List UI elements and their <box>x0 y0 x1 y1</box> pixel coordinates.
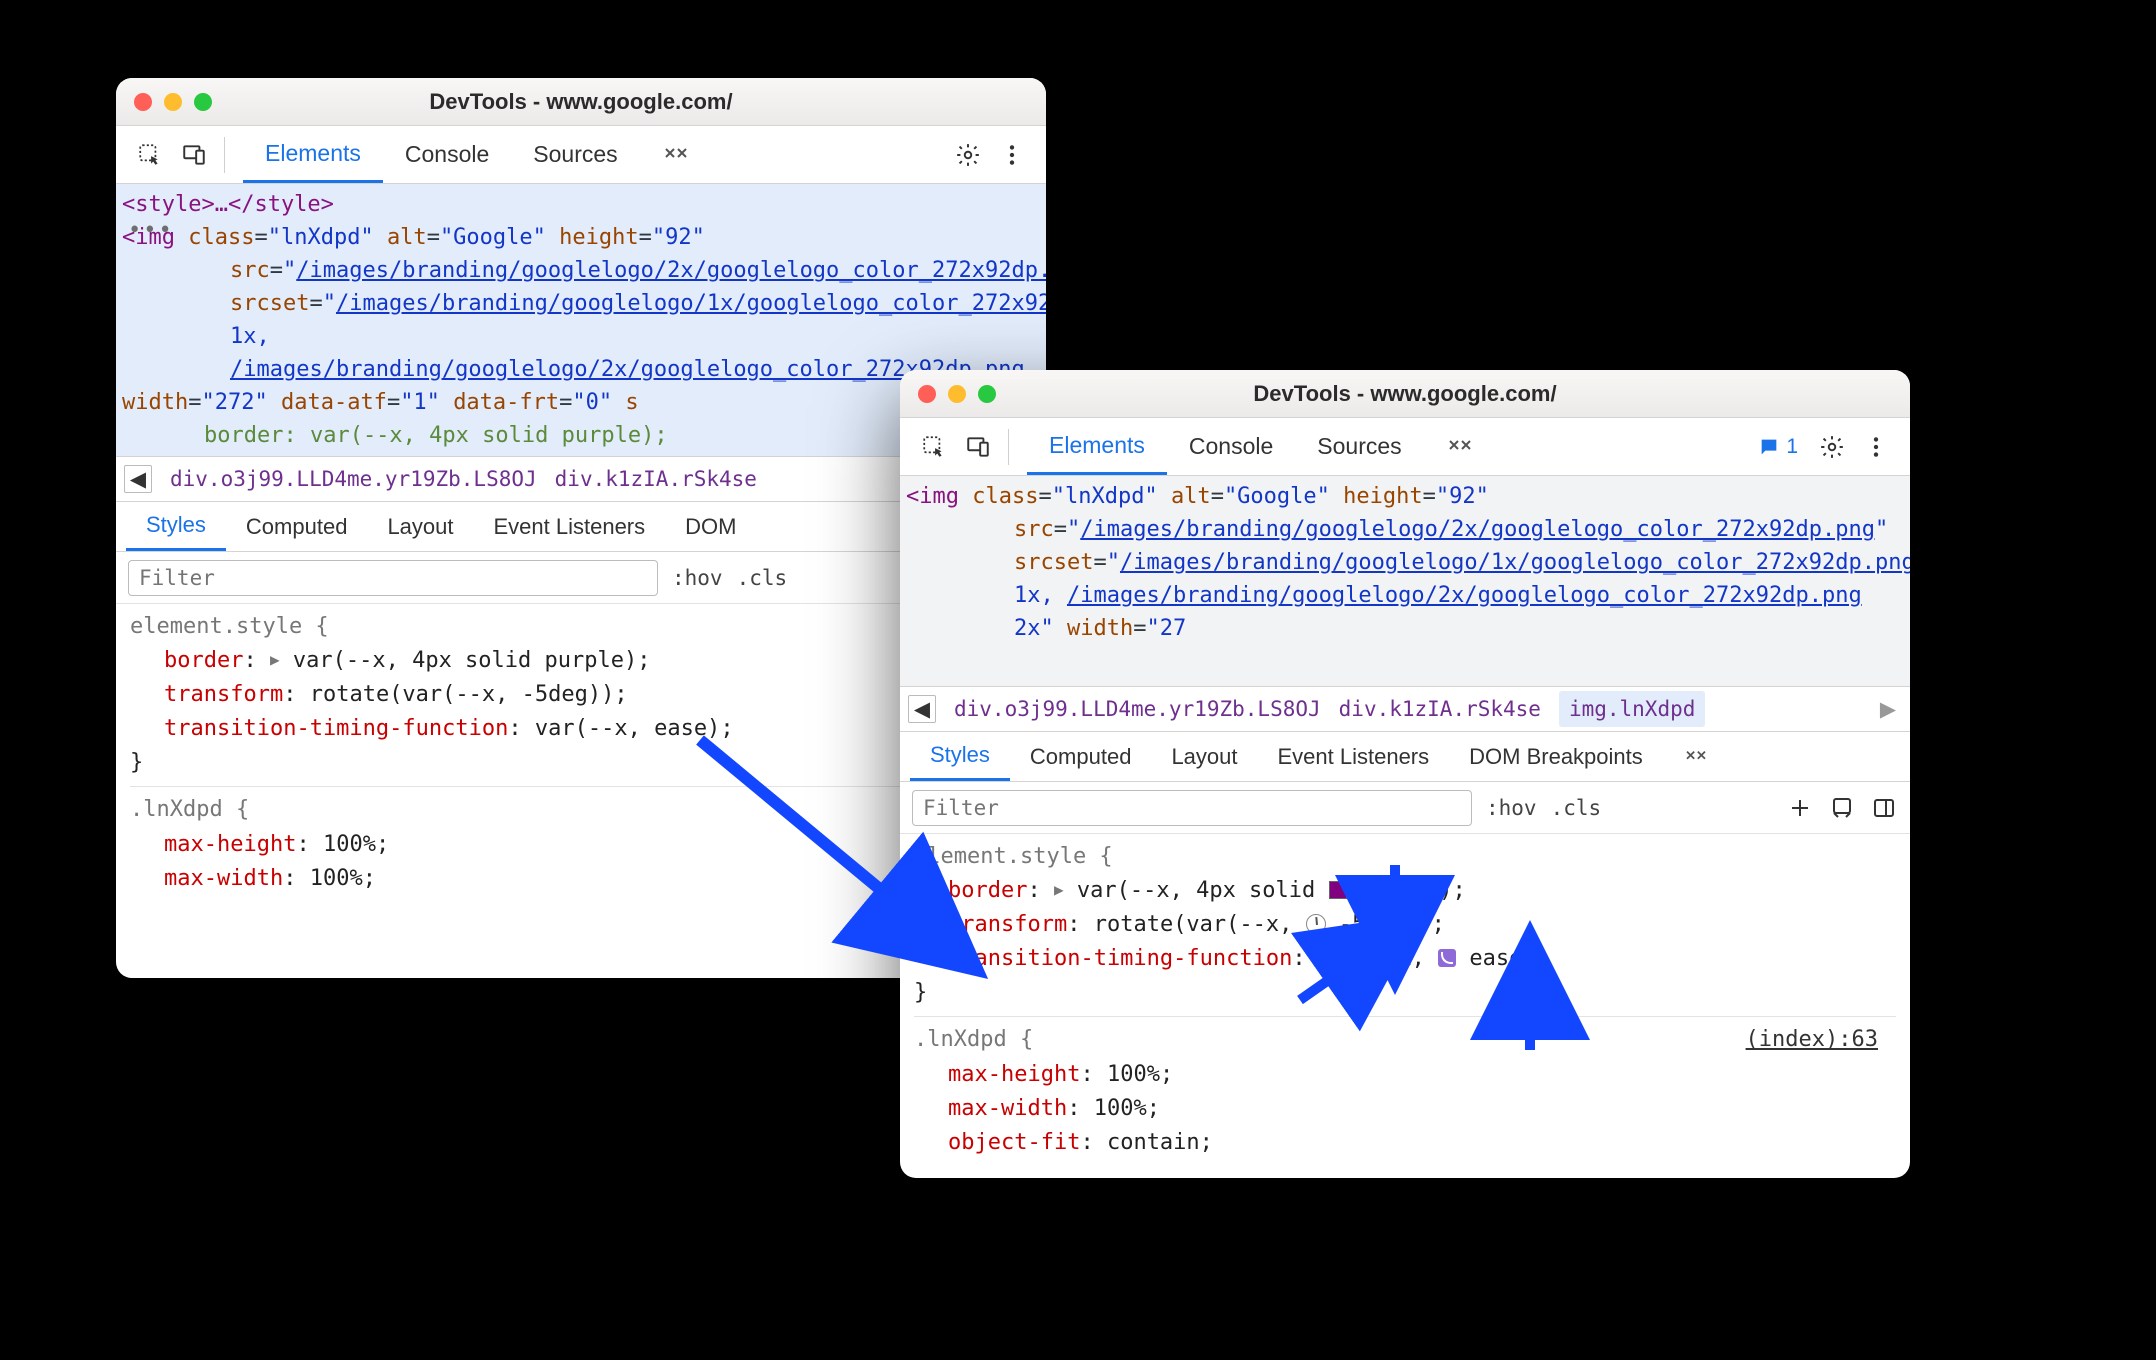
selector-lnxdpd: .lnXdpd { <box>914 1027 1033 1052</box>
crumb-1[interactable]: div.o3j99.LLD4me.yr19Zb.LS8OJ <box>170 467 537 491</box>
subtab-computed[interactable]: Computed <box>226 502 368 551</box>
dom-srcset1-link[interactable]: /images/branding/googlelogo/1x/googlelog… <box>1120 550 1910 575</box>
subtab-styles[interactable]: Styles <box>910 732 1010 781</box>
issues-count-number: 1 <box>1786 435 1798 459</box>
breadcrumb-prev-icon[interactable]: ◀ <box>124 465 152 493</box>
subtab-layout[interactable]: Layout <box>367 502 473 551</box>
kebab-menu-icon[interactable] <box>992 135 1032 175</box>
styles-filter-input[interactable] <box>912 790 1472 826</box>
window-zoom-button[interactable] <box>194 93 212 111</box>
subtab-layout[interactable]: Layout <box>1151 732 1257 781</box>
crumb-2[interactable]: div.k1zIA.rSk4se <box>1339 697 1541 721</box>
devtools-window-after: DevTools - www.google.com/ Elements Cons… <box>900 370 1910 1178</box>
subtab-dom-breakpoints[interactable]: DOM Breakpoints <box>1449 732 1663 781</box>
window-zoom-button[interactable] <box>978 385 996 403</box>
toggle-sidebar-icon[interactable] <box>1870 794 1898 822</box>
cls-toggle[interactable]: .cls <box>737 566 788 590</box>
tab-more-icon[interactable] <box>640 126 712 183</box>
styles-subtabs: Styles Computed Layout Event Listeners D… <box>900 732 1910 782</box>
dom-srcset1-link[interactable]: /images/branding/googlelogo/1x/googlelog… <box>336 291 1046 316</box>
color-swatch-icon[interactable] <box>1329 881 1347 899</box>
window-minimize-button[interactable] <box>948 385 966 403</box>
breadcrumb-prev-icon[interactable]: ◀ <box>908 695 936 723</box>
selector-lnxdpd: .lnXdpd { <box>130 797 249 822</box>
hov-toggle[interactable]: :hov <box>1486 796 1537 820</box>
tab-elements[interactable]: Elements <box>1027 418 1167 475</box>
device-css-icon[interactable] <box>1828 794 1856 822</box>
dom-src-link[interactable]: /images/branding/googlelogo/2x/googlelog… <box>296 258 1046 283</box>
new-style-rule-icon[interactable] <box>1786 794 1814 822</box>
tab-sources[interactable]: Sources <box>511 126 639 183</box>
bezier-curve-icon[interactable] <box>1438 949 1456 967</box>
inspect-element-icon[interactable] <box>130 135 170 175</box>
kebab-menu-icon[interactable] <box>1856 427 1896 467</box>
window-traffic-lights <box>918 385 996 403</box>
window-titlebar[interactable]: DevTools - www.google.com/ <box>116 78 1046 126</box>
tab-console[interactable]: Console <box>383 126 511 183</box>
device-toolbar-icon[interactable] <box>958 427 998 467</box>
window-minimize-button[interactable] <box>164 93 182 111</box>
selector-element-style: element.style { <box>914 844 1113 869</box>
subtab-computed[interactable]: Computed <box>1010 732 1152 781</box>
subtab-styles[interactable]: Styles <box>126 502 226 551</box>
breadcrumb-next-icon[interactable]: ▶ <box>1874 695 1902 723</box>
expand-triangle-icon[interactable]: ▶ <box>270 648 280 673</box>
crumb-3[interactable]: img.lnXdpd <box>1559 691 1705 727</box>
subtab-more-icon[interactable] <box>1663 732 1729 781</box>
styles-filter-input[interactable] <box>128 560 658 596</box>
dom-tree[interactable]: <img class="lnXdpd" alt="Google" height=… <box>900 476 1910 686</box>
tab-elements[interactable]: Elements <box>243 126 383 183</box>
tab-more-icon[interactable] <box>1424 418 1496 475</box>
window-titlebar[interactable]: DevTools - www.google.com/ <box>900 370 1910 418</box>
settings-gear-icon[interactable] <box>948 135 988 175</box>
main-tabs: Elements Console Sources <box>243 126 712 183</box>
tab-console[interactable]: Console <box>1167 418 1295 475</box>
issues-count[interactable]: 1 <box>1758 435 1798 459</box>
main-tabs: Elements Console Sources <box>1027 418 1496 475</box>
selector-element-style: element.style { <box>130 614 329 639</box>
window-traffic-lights <box>134 93 212 111</box>
window-close-button[interactable] <box>134 93 152 111</box>
dom-src-link[interactable]: /images/branding/googlelogo/2x/googlelog… <box>1080 517 1875 542</box>
hov-toggle[interactable]: :hov <box>672 566 723 590</box>
subtab-event-listeners[interactable]: Event Listeners <box>474 502 666 551</box>
source-link[interactable]: (index):63 <box>1746 1023 1878 1057</box>
toolbar-divider <box>1008 429 1009 465</box>
dom-inline-style: border: var(--x, 4px solid purple); <box>204 423 668 448</box>
tab-sources[interactable]: Sources <box>1295 418 1423 475</box>
ellipsis-icon[interactable]: ••• <box>128 214 174 247</box>
crumb-1[interactable]: div.o3j99.LLD4me.yr19Zb.LS8OJ <box>954 697 1321 721</box>
breadcrumb: ◀ div.o3j99.LLD4me.yr19Zb.LS8OJ div.k1zI… <box>900 686 1910 732</box>
settings-gear-icon[interactable] <box>1812 427 1852 467</box>
devtools-toolbar: Elements Console Sources <box>116 126 1046 184</box>
dom-srcset2-link[interactable]: /images/branding/googlelogo/2x/googlelog… <box>1067 583 1862 608</box>
window-close-button[interactable] <box>918 385 936 403</box>
crumb-2[interactable]: div.k1zIA.rSk4se <box>555 467 757 491</box>
cls-toggle[interactable]: .cls <box>1551 796 1602 820</box>
styles-filter-bar: :hov .cls <box>900 782 1910 834</box>
angle-clock-icon[interactable] <box>1306 914 1326 934</box>
inspect-element-icon[interactable] <box>914 427 954 467</box>
subtab-dom-breakpoints[interactable]: DOM <box>665 502 756 551</box>
window-title: DevTools - www.google.com/ <box>116 89 1046 115</box>
toolbar-divider <box>224 137 225 173</box>
device-toolbar-icon[interactable] <box>174 135 214 175</box>
expand-triangle-icon[interactable]: ▶ <box>1054 878 1064 903</box>
subtab-event-listeners[interactable]: Event Listeners <box>1258 732 1450 781</box>
styles-panel[interactable]: element.style { border: ▶ var(--x, 4px s… <box>900 834 1910 1178</box>
window-title: DevTools - www.google.com/ <box>900 381 1910 407</box>
devtools-toolbar: Elements Console Sources 1 <box>900 418 1910 476</box>
